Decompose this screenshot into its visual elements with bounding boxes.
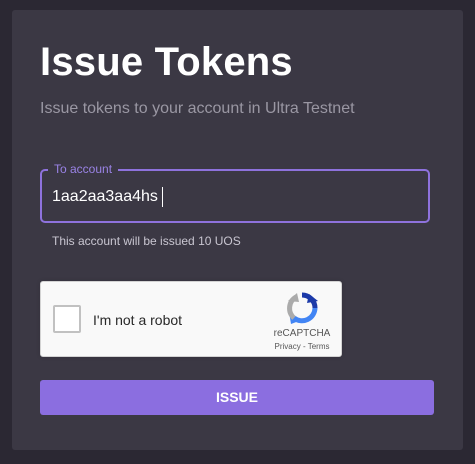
- page-subtitle: Issue tokens to your account in Ultra Te…: [40, 100, 355, 117]
- links-separator: -: [300, 342, 308, 351]
- page-title: Issue Tokens: [40, 40, 293, 84]
- to-account-field[interactable]: To account: [40, 162, 430, 223]
- issue-tokens-card: Issue Tokens Issue tokens to your accoun…: [12, 10, 463, 450]
- terms-link[interactable]: Terms: [308, 342, 330, 351]
- privacy-link[interactable]: Privacy: [275, 342, 301, 351]
- to-account-input[interactable]: [52, 186, 412, 208]
- account-helper-text: This account will be issued 10 UOS: [52, 234, 241, 248]
- recaptcha-checkbox[interactable]: [53, 305, 81, 333]
- recaptcha-brand: reCAPTCHA: [273, 328, 331, 339]
- recaptcha-links: Privacy - Terms: [267, 342, 337, 352]
- recaptcha-widget: I'm not a robot reCAPTCHA Privacy - Term…: [40, 281, 342, 357]
- recaptcha-logo-icon: [287, 292, 318, 324]
- text-caret: [162, 187, 163, 207]
- issue-button[interactable]: ISSUE: [40, 380, 434, 415]
- recaptcha-label: I'm not a robot: [93, 312, 183, 328]
- to-account-label: To account: [48, 162, 119, 176]
